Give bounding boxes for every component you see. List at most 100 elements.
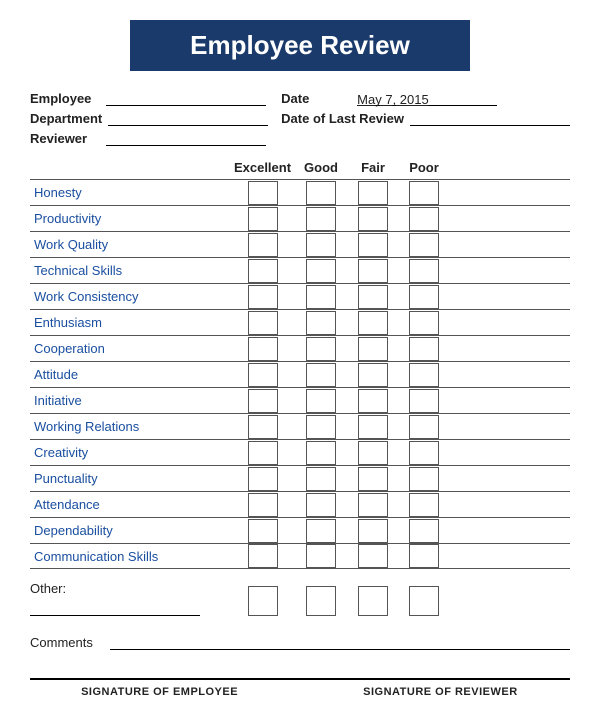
checkbox-fair[interactable]	[358, 467, 388, 491]
rating-boxes	[230, 311, 449, 335]
checkbox-fair[interactable]	[358, 441, 388, 465]
checkbox-poor[interactable]	[409, 181, 439, 205]
rating-boxes	[230, 337, 449, 361]
checkbox-good[interactable]	[306, 259, 336, 283]
checkbox-good[interactable]	[306, 285, 336, 309]
header-excellent: Excellent	[230, 160, 295, 175]
other-label: Other:	[30, 581, 80, 596]
checkbox-poor[interactable]	[409, 493, 439, 517]
checkbox-good[interactable]	[306, 311, 336, 335]
checkbox-good[interactable]	[306, 389, 336, 413]
criteria-label: Honesty	[30, 185, 230, 200]
checkbox-good[interactable]	[306, 337, 336, 361]
checkbox-excellent[interactable]	[248, 389, 278, 413]
comments-section: Comments	[30, 632, 570, 650]
checkbox-fair[interactable]	[358, 285, 388, 309]
checkbox-fair[interactable]	[358, 363, 388, 387]
criteria-label: Communication Skills	[30, 549, 230, 564]
checkbox-poor[interactable]	[409, 389, 439, 413]
checkbox-excellent[interactable]	[248, 207, 278, 231]
table-row: Work Quality	[30, 231, 570, 257]
checkbox-fair[interactable]	[358, 233, 388, 257]
checkbox-good[interactable]	[306, 181, 336, 205]
checkbox-good[interactable]	[306, 233, 336, 257]
checkbox-excellent[interactable]	[248, 259, 278, 283]
checkbox-poor[interactable]	[409, 544, 439, 568]
checkbox-excellent[interactable]	[248, 337, 278, 361]
checkbox-fair[interactable]	[358, 389, 388, 413]
other-checkbox-poor[interactable]	[409, 586, 439, 616]
checkbox-excellent[interactable]	[248, 415, 278, 439]
checkbox-good[interactable]	[306, 544, 336, 568]
criteria-label: Working Relations	[30, 419, 230, 434]
table-row: Creativity	[30, 439, 570, 465]
checkbox-good[interactable]	[306, 441, 336, 465]
checkbox-excellent[interactable]	[248, 363, 278, 387]
checkbox-excellent[interactable]	[248, 544, 278, 568]
rating-boxes	[230, 363, 449, 387]
checkbox-excellent[interactable]	[248, 285, 278, 309]
rating-boxes	[230, 233, 449, 257]
checkbox-fair[interactable]	[358, 181, 388, 205]
checkbox-poor[interactable]	[409, 337, 439, 361]
checkbox-fair[interactable]	[358, 415, 388, 439]
checkbox-good[interactable]	[306, 415, 336, 439]
checkbox-fair[interactable]	[358, 311, 388, 335]
checkbox-poor[interactable]	[409, 233, 439, 257]
checkbox-good[interactable]	[306, 363, 336, 387]
column-headers: Excellent Good Fair Poor	[30, 160, 570, 175]
checkbox-excellent[interactable]	[248, 181, 278, 205]
checkbox-excellent[interactable]	[248, 311, 278, 335]
last-review-field[interactable]	[410, 112, 570, 126]
rating-boxes	[230, 285, 449, 309]
rating-boxes	[230, 181, 449, 205]
department-label: Department	[30, 111, 102, 126]
employee-field[interactable]	[106, 92, 266, 106]
checkbox-poor[interactable]	[409, 363, 439, 387]
checkbox-fair[interactable]	[358, 493, 388, 517]
checkbox-excellent[interactable]	[248, 519, 278, 543]
rating-boxes	[230, 544, 449, 568]
reviewer-label: Reviewer	[30, 131, 100, 146]
rating-boxes	[230, 207, 449, 231]
checkbox-poor[interactable]	[409, 467, 439, 491]
other-text-field[interactable]	[30, 602, 200, 616]
header-good: Good	[295, 160, 347, 175]
rating-boxes	[230, 519, 449, 543]
checkbox-fair[interactable]	[358, 519, 388, 543]
department-field[interactable]	[108, 112, 268, 126]
checkbox-poor[interactable]	[409, 285, 439, 309]
rating-boxes	[230, 259, 449, 283]
checkbox-poor[interactable]	[409, 207, 439, 231]
criteria-label: Creativity	[30, 445, 230, 460]
criteria-label: Attendance	[30, 497, 230, 512]
other-checkbox-good[interactable]	[306, 586, 336, 616]
reviewer-field[interactable]	[106, 132, 266, 146]
comments-field[interactable]	[110, 632, 570, 650]
other-checkbox-excellent[interactable]	[248, 586, 278, 616]
checkbox-good[interactable]	[306, 467, 336, 491]
checkbox-poor[interactable]	[409, 519, 439, 543]
checkbox-poor[interactable]	[409, 441, 439, 465]
checkbox-excellent[interactable]	[248, 233, 278, 257]
checkbox-good[interactable]	[306, 493, 336, 517]
checkbox-good[interactable]	[306, 207, 336, 231]
employee-signature: SIGNATURE OF EMPLOYEE	[30, 686, 289, 698]
checkbox-excellent[interactable]	[248, 467, 278, 491]
checkbox-excellent[interactable]	[248, 493, 278, 517]
employee-label: Employee	[30, 91, 100, 106]
criteria-label: Productivity	[30, 211, 230, 226]
checkbox-poor[interactable]	[409, 415, 439, 439]
checkbox-excellent[interactable]	[248, 441, 278, 465]
checkbox-good[interactable]	[306, 519, 336, 543]
checkbox-poor[interactable]	[409, 259, 439, 283]
checkbox-fair[interactable]	[358, 544, 388, 568]
info-section: Employee Department Reviewer Date May 7,…	[30, 91, 570, 146]
reviewer-signature: SIGNATURE OF REVIEWER	[311, 686, 570, 698]
criteria-label: Initiative	[30, 393, 230, 408]
other-checkbox-fair[interactable]	[358, 586, 388, 616]
checkbox-poor[interactable]	[409, 311, 439, 335]
checkbox-fair[interactable]	[358, 259, 388, 283]
checkbox-fair[interactable]	[358, 337, 388, 361]
checkbox-fair[interactable]	[358, 207, 388, 231]
